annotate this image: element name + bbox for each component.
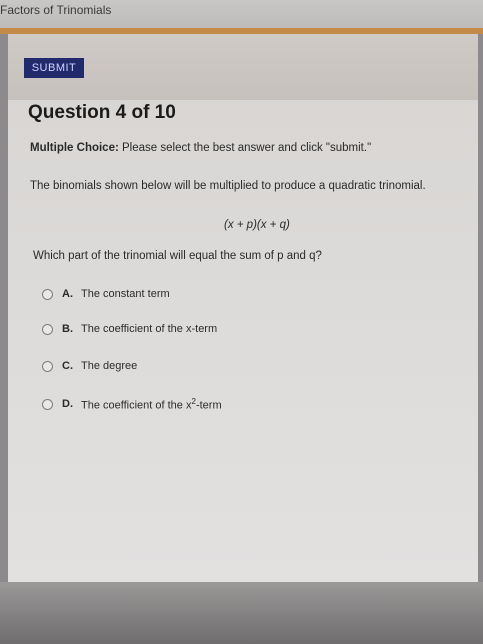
- choice-a[interactable]: A. The constant term: [42, 286, 170, 302]
- instruction-prefix: Multiple Choice:: [30, 142, 119, 154]
- choice-d[interactable]: D. The coefficient of the x2-term: [42, 396, 222, 412]
- submit-button[interactable]: SUBMIT: [24, 58, 84, 78]
- choice-text: The degree: [81, 360, 138, 372]
- radio-button-icon[interactable]: [42, 323, 53, 335]
- instruction-line: Multiple Choice: Please select the best …: [30, 142, 371, 154]
- window-titlebar: Factors of Trinomials: [0, 0, 483, 28]
- choice-text-after: -term: [195, 399, 222, 412]
- choice-text: The coefficient of the x2-term: [81, 397, 222, 412]
- window-title: Factors of Trinomials: [0, 3, 112, 17]
- screen-bottom-bezel: [0, 582, 483, 644]
- binomial-expression: (x + p)(x + q): [224, 219, 290, 231]
- instruction-text: Please select the best answer and click …: [122, 142, 372, 154]
- choice-text: The coefficient of the x-term: [81, 323, 218, 335]
- question-prompt: The binomials shown below will be multip…: [30, 180, 426, 192]
- choice-b[interactable]: B. The coefficient of the x-term: [42, 321, 217, 337]
- radio-button-icon[interactable]: [42, 288, 53, 300]
- choice-letter: B.: [62, 323, 73, 335]
- radio-button-icon[interactable]: [42, 360, 53, 372]
- radio-button-icon[interactable]: [42, 398, 53, 410]
- choice-letter: A.: [62, 288, 73, 300]
- choice-letter: D.: [62, 398, 73, 410]
- choice-letter: C.: [62, 360, 73, 372]
- question-title: Question 4 of 10: [28, 102, 176, 123]
- choice-text: The constant term: [81, 288, 170, 300]
- choice-c[interactable]: C. The degree: [42, 358, 137, 374]
- choice-text-before: The coefficient of the x: [81, 399, 192, 412]
- question-text: Which part of the trinomial will equal t…: [33, 250, 322, 262]
